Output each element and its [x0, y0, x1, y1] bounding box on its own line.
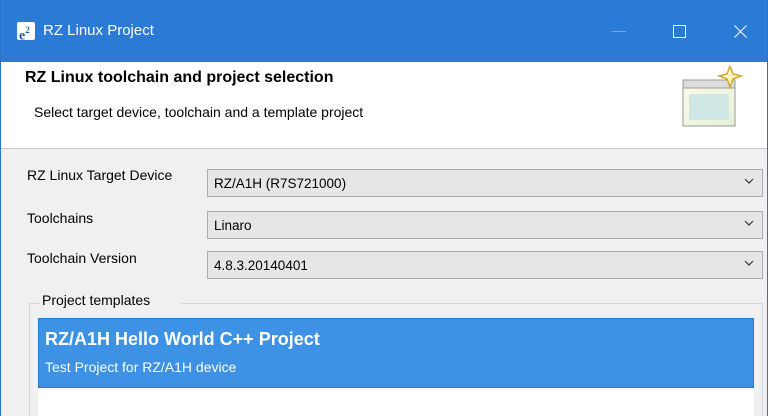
group-border: [29, 303, 39, 304]
minimize-button: [597, 14, 641, 48]
close-button[interactable]: [719, 14, 763, 48]
window-title: RZ Linux Project: [43, 22, 154, 39]
maximize-button[interactable]: [657, 14, 701, 48]
new-project-wizard-icon: [682, 66, 744, 127]
title-bar[interactable]: e2 RZ Linux Project: [1, 0, 767, 62]
target-device-value: RZ/A1H (R7S721000): [214, 176, 347, 191]
page-description: Select target device, toolchain and a te…: [34, 104, 364, 120]
project-templates-group-label: Project templates: [40, 292, 153, 308]
group-border: [762, 303, 763, 416]
toolchains-label: Toolchains: [27, 210, 94, 226]
template-list-item[interactable]: RZ/A1H Hello World C++ Project Test Proj…: [38, 318, 754, 388]
chevron-down-icon: [744, 178, 754, 184]
toolchains-value: Linaro: [214, 218, 252, 233]
target-device-label: RZ Linux Target Device: [27, 167, 173, 183]
toolchain-version-label: Toolchain Version: [27, 250, 137, 266]
chevron-down-icon: [744, 260, 754, 266]
toolchain-version-value: 4.8.3.20140401: [214, 258, 308, 273]
e2-studio-logo-icon: e2: [17, 22, 35, 44]
toolchain-version-combo[interactable]: 4.8.3.20140401: [207, 251, 763, 279]
chevron-down-icon: [744, 220, 754, 226]
template-title: RZ/A1H Hello World C++ Project: [45, 329, 320, 349]
toolchains-combo[interactable]: Linaro: [207, 211, 763, 239]
wizard-header: RZ Linux toolchain and project selection…: [1, 62, 767, 149]
wizard-window: e2 RZ Linux Project RZ Linux toolchain a…: [0, 0, 768, 416]
group-border: [29, 303, 30, 416]
template-description: Test Project for RZ/A1H device: [45, 359, 237, 375]
target-device-combo[interactable]: RZ/A1H (R7S721000): [207, 169, 763, 197]
group-border: [181, 303, 763, 304]
page-title: RZ Linux toolchain and project selection: [25, 69, 334, 86]
